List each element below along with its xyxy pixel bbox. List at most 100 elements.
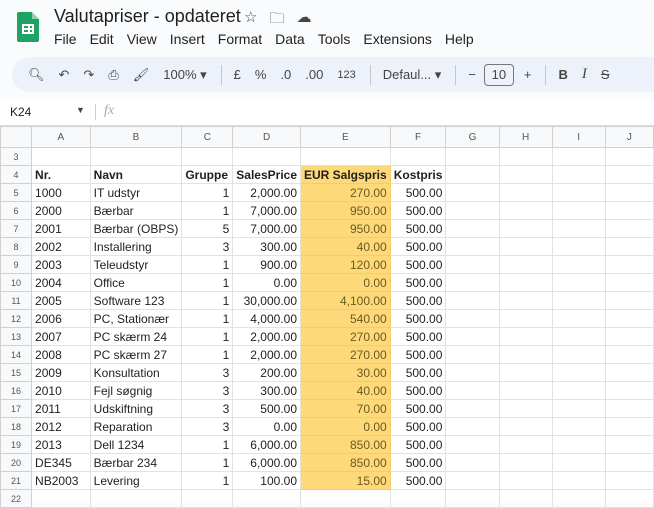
cell[interactable]: 3 — [181, 399, 234, 418]
column-header-h[interactable]: H — [498, 126, 553, 148]
cell[interactable] — [498, 453, 553, 472]
cell[interactable] — [389, 147, 447, 166]
row-header[interactable]: 5 — [0, 183, 33, 202]
cell[interactable]: 500.00 — [389, 345, 447, 364]
row-header[interactable]: 17 — [0, 399, 33, 418]
row-header[interactable]: 19 — [0, 435, 33, 454]
font-select[interactable]: Defaul... ▾ — [383, 67, 442, 83]
cell[interactable] — [498, 399, 553, 418]
cell[interactable] — [551, 363, 606, 382]
cell[interactable]: 15.00 — [300, 471, 391, 490]
cell[interactable]: 500.00 — [389, 291, 447, 310]
cell[interactable] — [31, 147, 91, 166]
cell[interactable] — [498, 327, 553, 346]
menu-insert[interactable]: Insert — [170, 31, 205, 47]
cell[interactable]: 1 — [181, 435, 234, 454]
cell[interactable]: 500.00 — [389, 453, 447, 472]
cell[interactable] — [551, 381, 606, 400]
column-header-b[interactable]: B — [89, 126, 183, 148]
cell[interactable]: 0.00 — [232, 417, 301, 436]
cell[interactable] — [604, 381, 654, 400]
cell[interactable]: 7,000.00 — [232, 219, 301, 238]
cell[interactable]: PC skærm 27 — [89, 345, 183, 364]
cell[interactable] — [551, 183, 606, 202]
cell[interactable]: Konsultation — [89, 363, 183, 382]
cell[interactable]: 3 — [181, 381, 234, 400]
cell[interactable] — [604, 237, 654, 256]
cell[interactable] — [551, 309, 606, 328]
cell[interactable]: Dell 1234 — [89, 435, 183, 454]
column-title-cell[interactable]: Nr. — [31, 165, 91, 184]
cell[interactable]: 500.00 — [389, 183, 447, 202]
percent-button[interactable]: % — [255, 67, 267, 82]
cell[interactable] — [445, 237, 500, 256]
cell[interactable]: Bærbar (OBPS) — [89, 219, 183, 238]
cell[interactable]: 850.00 — [300, 453, 391, 472]
cell[interactable]: 0.00 — [300, 273, 391, 292]
column-header-d[interactable]: D — [232, 126, 301, 148]
column-header-a[interactable]: A — [31, 126, 91, 148]
undo-icon[interactable]: ↶ — [59, 67, 70, 83]
cell[interactable]: 300.00 — [232, 237, 301, 256]
cell[interactable] — [551, 147, 606, 166]
cell[interactable]: Installering — [89, 237, 183, 256]
cell[interactable]: 120.00 — [300, 255, 391, 274]
currency-button[interactable]: £ — [234, 67, 241, 82]
cell[interactable]: 1 — [181, 345, 234, 364]
font-size-input[interactable]: 10 — [483, 63, 514, 86]
column-header-e[interactable]: E — [300, 126, 391, 148]
cell[interactable]: 1 — [181, 471, 234, 490]
cell[interactable] — [551, 291, 606, 310]
cell[interactable] — [604, 165, 654, 184]
cell[interactable]: 7,000.00 — [232, 201, 301, 220]
cell[interactable]: 4,100.00 — [300, 291, 391, 310]
cell[interactable] — [551, 201, 606, 220]
select-all-corner[interactable] — [0, 126, 33, 148]
row-header[interactable]: 14 — [0, 345, 33, 364]
cell[interactable] — [445, 291, 500, 310]
cell[interactable]: 40.00 — [300, 237, 391, 256]
cell[interactable] — [551, 273, 606, 292]
cell[interactable] — [604, 345, 654, 364]
cell[interactable]: 500.00 — [389, 255, 447, 274]
cell[interactable]: 2004 — [31, 273, 91, 292]
cell[interactable]: 2005 — [31, 291, 91, 310]
cell[interactable]: IT udstyr — [89, 183, 183, 202]
cell[interactable]: 30.00 — [300, 363, 391, 382]
row-header[interactable]: 16 — [0, 381, 33, 400]
cell[interactable]: 500.00 — [389, 309, 447, 328]
menu-data[interactable]: Data — [275, 31, 305, 47]
row-header[interactable]: 11 — [0, 291, 33, 310]
cell[interactable] — [498, 471, 553, 490]
row-header[interactable]: 15 — [0, 363, 33, 382]
cell[interactable] — [551, 417, 606, 436]
cell[interactable]: PC, Stationær — [89, 309, 183, 328]
cell[interactable] — [445, 309, 500, 328]
column-title-cell[interactable]: SalesPrice — [232, 165, 301, 184]
menu-extensions[interactable]: Extensions — [363, 31, 431, 47]
cell[interactable] — [498, 147, 553, 166]
cell[interactable] — [445, 345, 500, 364]
cloud-saved-icon[interactable]: ☁ — [296, 8, 311, 33]
column-title-cell[interactable]: Navn — [89, 165, 183, 184]
cell[interactable]: Fejl søgnig — [89, 381, 183, 400]
cell[interactable]: 900.00 — [232, 255, 301, 274]
cell[interactable] — [498, 183, 553, 202]
cell[interactable] — [604, 273, 654, 292]
menu-format[interactable]: Format — [218, 31, 262, 47]
cell[interactable] — [604, 201, 654, 220]
cell[interactable] — [181, 489, 234, 508]
column-header-i[interactable]: I — [551, 126, 606, 148]
row-header[interactable]: 22 — [0, 489, 33, 508]
cell[interactable]: 1000 — [31, 183, 91, 202]
column-header-c[interactable]: C — [181, 126, 234, 148]
column-title-cell[interactable]: Kostpris — [389, 165, 447, 184]
cell[interactable]: 270.00 — [300, 183, 391, 202]
cell[interactable] — [445, 489, 500, 508]
cell[interactable]: 1 — [181, 183, 234, 202]
decrease-font-size-button[interactable]: − — [468, 67, 476, 82]
cell[interactable] — [445, 453, 500, 472]
decrease-decimal-button[interactable]: .0 — [280, 67, 291, 82]
cell[interactable] — [604, 147, 654, 166]
row-header[interactable]: 20 — [0, 453, 33, 472]
